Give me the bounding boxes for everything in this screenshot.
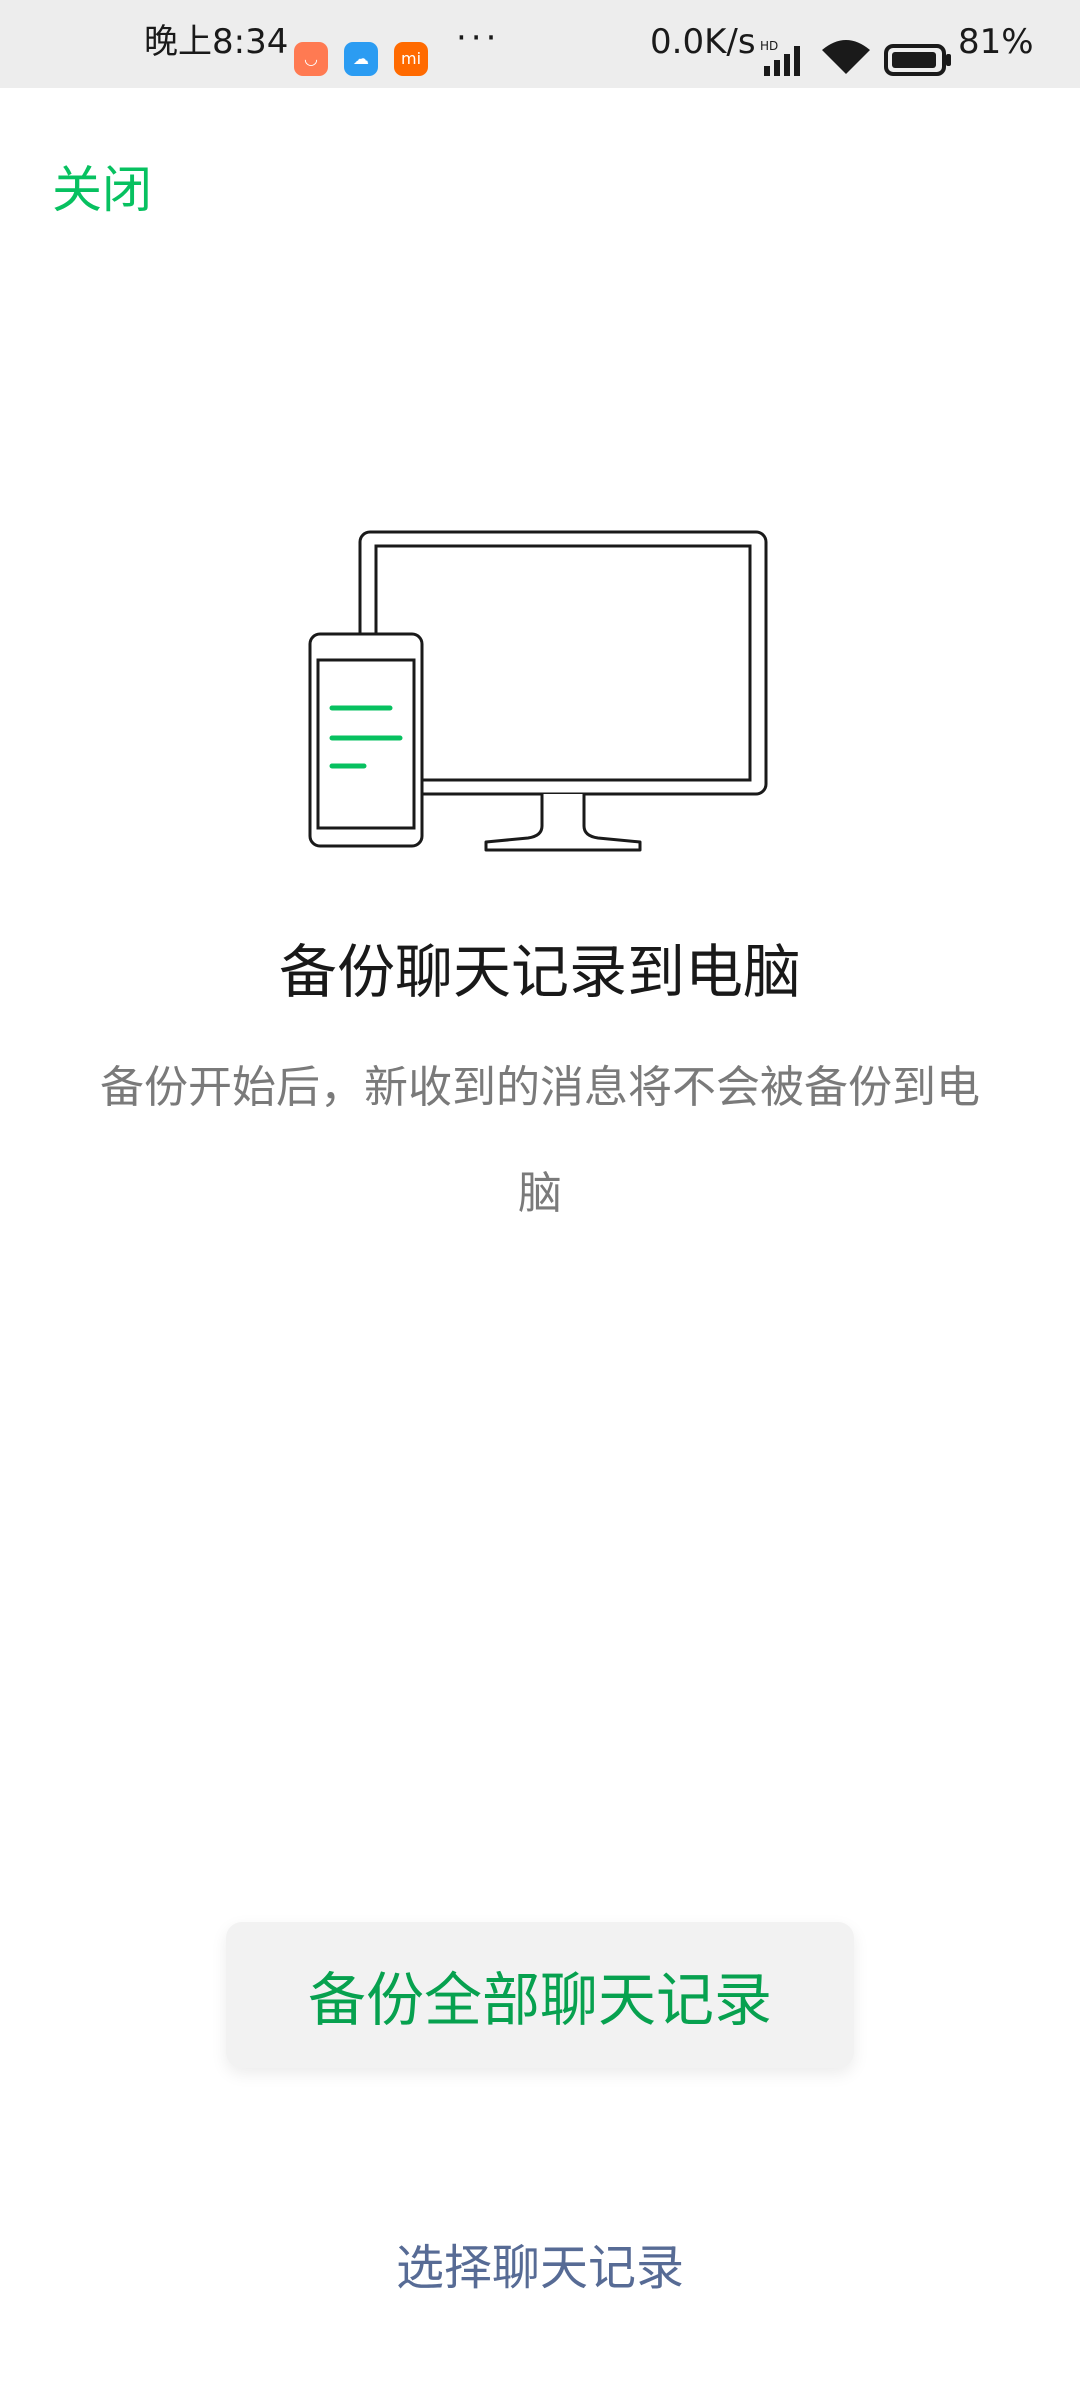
network-speed: 0.0K/s <box>650 22 756 62</box>
mi-icon: mi <box>394 42 428 76</box>
page-title: 备份聊天记录到电脑 <box>278 938 801 1006</box>
phone-to-computer-illustration <box>308 530 768 852</box>
battery-percent: 81% <box>958 22 1034 62</box>
backup-all-button[interactable]: 备份全部聊天记录 <box>226 1922 854 2068</box>
battery-icon <box>884 44 951 76</box>
more-notifications-icon: ··· <box>456 18 501 58</box>
status-time: 晚上8:34 <box>144 22 289 62</box>
status-bar: 晚上8:34 ◡ ☁ mi ··· 0.0K/s HD 81% <box>0 0 1080 88</box>
wifi-icon <box>822 40 870 74</box>
signal-icon: HD <box>760 39 800 76</box>
mi-store-icon: ◡ <box>294 42 328 76</box>
select-chats-link[interactable]: 选择聊天记录 <box>0 2228 1080 2298</box>
signal-hd-label: HD <box>760 39 778 53</box>
page-description: 备份开始后，新收到的消息将不会被备份到电脑 <box>100 1062 980 1219</box>
close-button[interactable]: 关闭 <box>52 150 152 222</box>
cloud-icon: ☁ <box>344 42 378 76</box>
